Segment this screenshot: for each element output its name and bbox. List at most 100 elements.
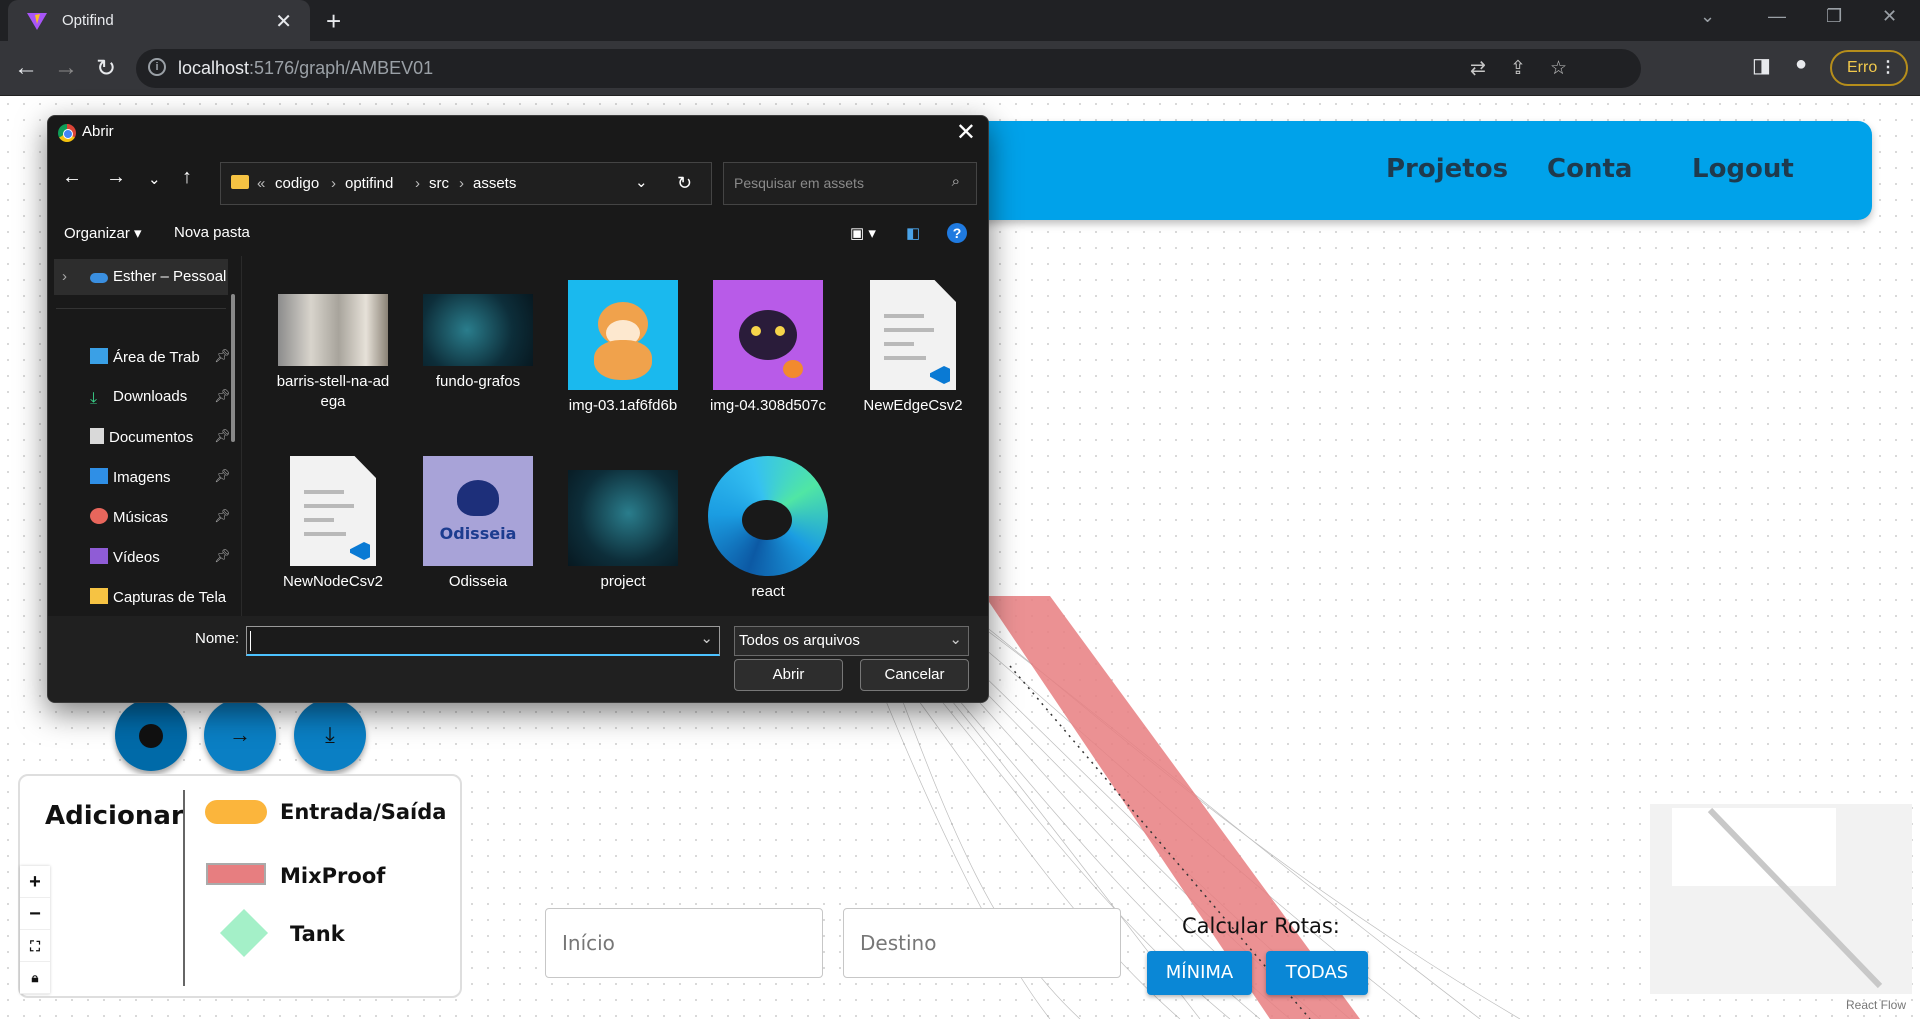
tank-node-swatch[interactable] xyxy=(219,908,269,958)
forward-icon[interactable]: → xyxy=(54,54,78,82)
documents-icon xyxy=(90,428,104,444)
recent-locations-icon[interactable]: ⌄ xyxy=(148,170,161,188)
nav-item-documents[interactable]: Documentos 📌︎ xyxy=(90,428,231,446)
nav-projetos[interactable]: Projetos xyxy=(1386,154,1508,184)
filename-input[interactable]: ⌄ xyxy=(246,626,720,656)
view-mode-icon[interactable]: ▣ ▾ xyxy=(850,224,876,242)
restore-icon[interactable]: ❐ xyxy=(1826,6,1842,27)
lock-icon[interactable]: 🔒︎ xyxy=(20,962,50,994)
file-label: project xyxy=(600,573,646,590)
nav-logout[interactable]: Logout xyxy=(1692,154,1794,184)
profile-error-badge[interactable]: Erro ⋮ xyxy=(1830,50,1908,86)
download-button[interactable]: ⤓ xyxy=(294,699,366,771)
file-label: NewEdgeCsv2 xyxy=(863,397,963,414)
breadcrumb-assets[interactable]: assets xyxy=(473,175,516,192)
breadcrumb-src[interactable]: src xyxy=(429,175,449,192)
destino-input[interactable]: Destino xyxy=(843,908,1121,978)
breadcrumb-optifind[interactable]: optifind xyxy=(345,175,393,192)
react-flow-attribution[interactable]: React Flow xyxy=(1846,998,1906,1012)
dialog-footer: Nome: ⌄ Todos os arquivos ⌄ Abrir Cancel… xyxy=(48,616,988,702)
minima-button[interactable]: MÍNIMA xyxy=(1147,951,1252,995)
vscode-file-icon xyxy=(290,456,376,566)
share-icon[interactable]: ⇪ xyxy=(1510,57,1526,80)
file-item[interactable]: project xyxy=(558,456,688,592)
nav-item-desktop[interactable]: Área de Trab 📌︎ xyxy=(90,348,231,366)
edge-logo-icon xyxy=(708,456,828,576)
file-type-select[interactable]: Todos os arquivos ⌄ xyxy=(734,626,969,656)
cancel-button[interactable]: Cancelar xyxy=(860,659,969,691)
help-icon[interactable]: ? xyxy=(947,223,967,243)
translate-icon[interactable]: ⇄ xyxy=(1470,57,1486,80)
dialog-back-icon[interactable]: ← xyxy=(62,166,82,189)
nav-item-screenshots[interactable]: Capturas de Tela xyxy=(90,588,230,606)
nav-item-onedrive[interactable]: Esther – Pessoal xyxy=(90,268,226,285)
minimap[interactable] xyxy=(1650,804,1912,994)
folder-icon xyxy=(231,175,249,189)
file-item[interactable]: barris-stell-na-ad ega xyxy=(268,280,398,412)
navigation-pane: › Esther – Pessoal Área de Trab 📌︎ ⤓ Downl… xyxy=(48,256,238,616)
vscode-file-icon xyxy=(870,280,956,390)
nav-item-downloads[interactable]: ⤓ Downloads 📌︎ xyxy=(90,388,231,407)
nav-scrollbar[interactable] xyxy=(231,294,235,442)
dialog-close-icon[interactable]: ✕ xyxy=(956,118,976,147)
expand-chevron-icon[interactable]: › xyxy=(62,268,67,285)
nav-item-videos[interactable]: Vídeos 📌︎ xyxy=(90,548,231,566)
tab-close-icon[interactable]: ✕ xyxy=(275,9,292,34)
file-item[interactable]: NewNodeCsv2 xyxy=(268,456,398,592)
nav-conta[interactable]: Conta xyxy=(1547,154,1632,184)
chevron-down-icon[interactable]: ⌄ xyxy=(700,629,713,647)
file-item[interactable]: NewEdgeCsv2 xyxy=(848,280,978,416)
file-item[interactable]: fundo-grafos xyxy=(413,280,543,392)
graph-image-thumbnail xyxy=(423,294,533,366)
window-close-icon[interactable]: ✕ xyxy=(1882,6,1897,27)
new-folder-button[interactable]: Nova pasta xyxy=(174,224,250,241)
pictures-icon xyxy=(90,468,108,484)
pane-divider[interactable] xyxy=(241,256,242,616)
file-label: img-03.1af6fd6b xyxy=(568,397,678,414)
path-dropdown-icon[interactable]: ⌄ xyxy=(635,173,648,191)
inicio-input[interactable]: Início xyxy=(545,908,823,978)
back-icon[interactable]: ← xyxy=(14,54,38,82)
file-item[interactable]: img-03.1af6fd6b xyxy=(558,280,688,416)
browser-tab-bar: Optifind ✕ + ⌄ — ❐ ✕ xyxy=(0,0,1920,41)
minimize-icon[interactable]: — xyxy=(1768,6,1786,27)
fit-view-icon[interactable]: ⛶ xyxy=(20,930,50,962)
legend-mixproof-label: MixProof xyxy=(280,864,386,888)
mixproof-node-swatch[interactable] xyxy=(206,863,266,885)
up-folder-icon[interactable]: ↑ xyxy=(182,166,192,189)
file-label: fundo-grafos xyxy=(435,373,521,390)
nav-item-pictures[interactable]: Imagens 📌︎ xyxy=(90,468,231,486)
address-bar[interactable]: i localhost:5176/graph/AMBEV01 ⇄ ⇪ ☆ xyxy=(136,49,1641,88)
nav-item-music[interactable]: Músicas 📌︎ xyxy=(90,508,231,526)
new-tab-button[interactable]: + xyxy=(326,6,341,37)
side-panel-icon[interactable]: ◨ xyxy=(1752,53,1771,78)
file-item[interactable]: Odisseia Odisseia xyxy=(413,456,543,592)
file-item[interactable]: react xyxy=(703,456,833,602)
pin-icon: 📌︎ xyxy=(214,548,231,563)
flow-controls: + − ⛶ 🔒︎ xyxy=(20,866,50,994)
todas-button[interactable]: TODAS xyxy=(1266,951,1368,995)
reload-icon[interactable]: ↻ xyxy=(96,54,116,83)
refresh-icon[interactable]: ↻ xyxy=(677,173,692,194)
site-info-icon[interactable]: i xyxy=(148,58,166,76)
path-breadcrumb[interactable]: « codigo › optifind › src › assets ⌄ ↻ xyxy=(220,162,712,205)
dialog-search-input[interactable]: Pesquisar em assets ⌕ xyxy=(723,162,977,205)
edge-tool-button[interactable]: → xyxy=(204,699,276,771)
node-tool-button[interactable] xyxy=(115,699,187,771)
zoom-out-icon[interactable]: − xyxy=(20,898,50,930)
profile-icon[interactable]: ● xyxy=(1795,53,1807,76)
tab-search-icon[interactable]: ⌄ xyxy=(1700,6,1715,27)
preview-pane-icon[interactable]: ◧ xyxy=(906,224,920,242)
pin-icon: 📌︎ xyxy=(214,428,231,443)
zoom-in-icon[interactable]: + xyxy=(20,866,50,898)
node-legend-panel: Adicionar Entrada/Saída MixProof Tank xyxy=(18,774,462,998)
breadcrumb-codigo[interactable]: codigo xyxy=(275,175,319,192)
browser-tab[interactable]: Optifind ✕ xyxy=(8,0,310,41)
dialog-forward-icon[interactable]: → xyxy=(106,166,126,189)
chevron-down-icon: ⌄ xyxy=(949,631,962,648)
open-button[interactable]: Abrir xyxy=(734,659,843,691)
organize-menu[interactable]: Organizar ▾ xyxy=(64,224,142,242)
file-item[interactable]: img-04.308d507c xyxy=(703,280,833,416)
bookmark-star-icon[interactable]: ☆ xyxy=(1550,57,1567,80)
entrada-saida-node-swatch[interactable] xyxy=(205,800,267,824)
